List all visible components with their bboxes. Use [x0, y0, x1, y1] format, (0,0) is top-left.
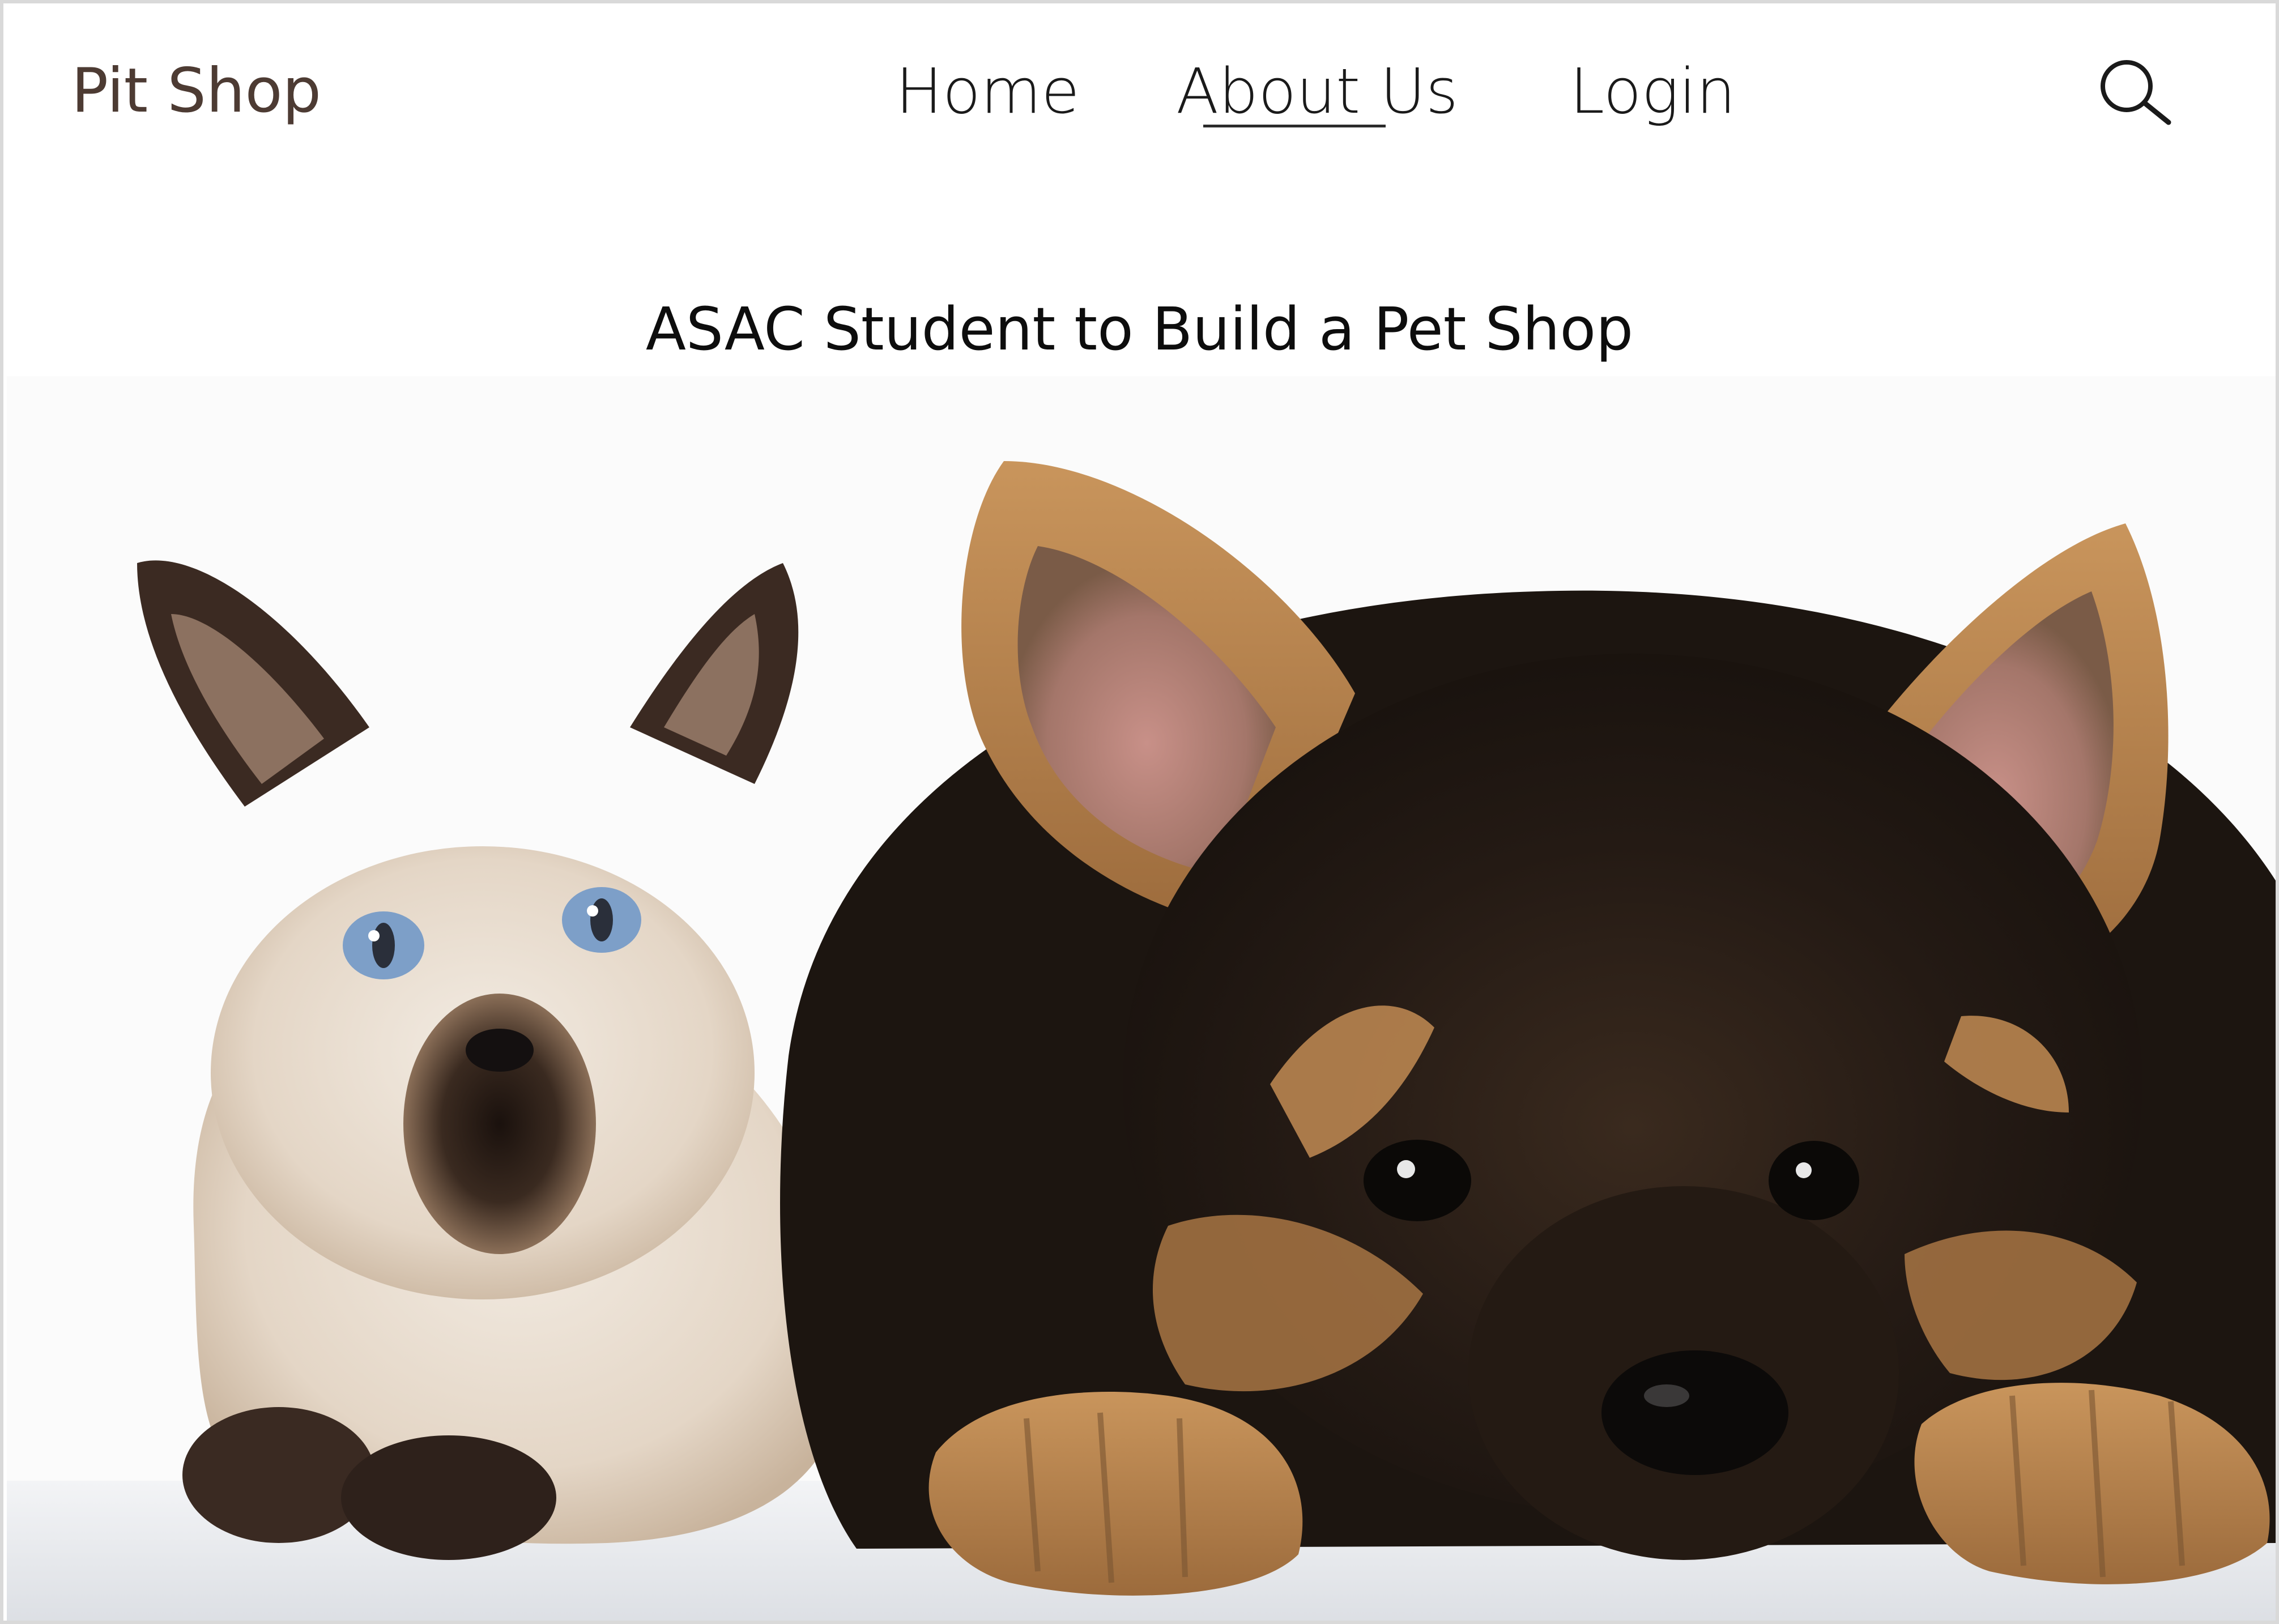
nav-link-login[interactable]: Login	[1570, 49, 1736, 134]
active-nav-underline	[1203, 125, 1386, 127]
nav-link-home[interactable]: Home	[896, 49, 1080, 134]
site-logo[interactable]: Pit Shop	[71, 49, 321, 134]
search-icon	[2101, 60, 2171, 125]
page-headline: ASAC Student to Build a Pet Shop	[645, 295, 1634, 364]
page-frame: Pit Shop Home About Us Login ASAC Studen…	[0, 0, 2279, 1624]
site-header: Pit Shop Home About Us Login	[3, 3, 2276, 185]
search-button[interactable]	[2094, 58, 2179, 126]
hero-image	[7, 376, 2276, 1621]
nav-link-about-us[interactable]: About Us	[1176, 49, 1458, 134]
